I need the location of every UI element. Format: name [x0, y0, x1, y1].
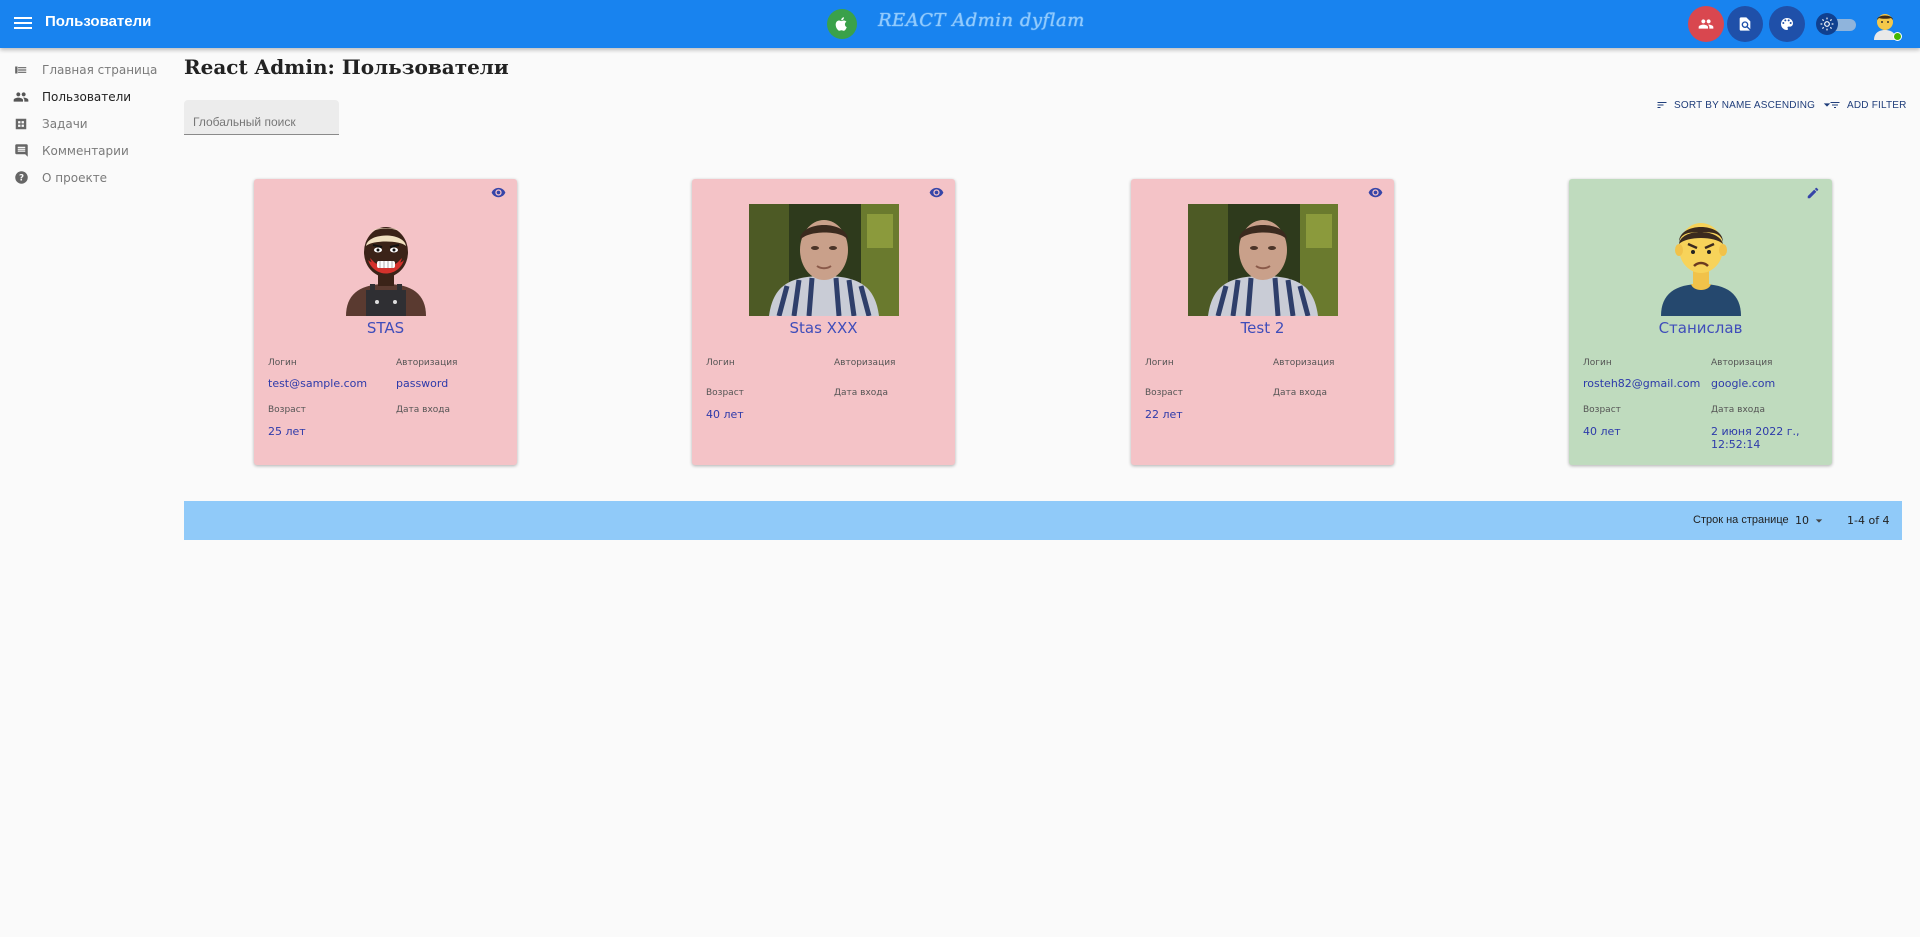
cartoon-avatar-image: [1645, 204, 1757, 316]
auth-value: password: [396, 377, 449, 390]
rows-per-page-select[interactable]: 10: [1795, 514, 1823, 527]
menu-icon[interactable]: [14, 14, 32, 34]
pagination-bar: Строк на странице 10 1-4 of 4: [184, 501, 1902, 540]
user-name-link[interactable]: STAS: [254, 319, 517, 337]
brand-logo-text: REACT Admin dyflam: [878, 10, 1085, 31]
palette-button[interactable]: [1769, 6, 1805, 42]
eye-icon[interactable]: [1368, 185, 1384, 201]
age-label: Возраст: [1583, 405, 1621, 415]
sidebar-item-label: О проекте: [42, 170, 108, 185]
tasks-icon: [13, 116, 29, 132]
online-status-dot: [1893, 32, 1902, 41]
cartoon-avatar-image: [330, 204, 442, 316]
login-value: rosteh82@gmail.com: [1583, 377, 1701, 390]
sort-button[interactable]: SORT BY NAME ASCENDING: [1656, 97, 1831, 113]
apple-logo-icon: [827, 9, 857, 39]
people-icon: [1698, 19, 1714, 29]
auth-label: Авторизация: [1711, 358, 1773, 368]
auth-label: Авторизация: [834, 358, 896, 368]
login-label: Логин: [268, 358, 297, 368]
login-label: Логин: [1145, 358, 1174, 368]
age-value: 40 лет: [1583, 425, 1621, 438]
last-login-value: 2 июня 2022 г., 12:52:14: [1711, 425, 1800, 451]
edit-icon[interactable]: [1806, 185, 1822, 201]
sort-label: SORT BY NAME ASCENDING: [1674, 99, 1816, 111]
svg-text:?: ?: [18, 174, 23, 184]
login-value: test@sample.com: [268, 377, 368, 390]
sidebar-item-label: Пользователи: [42, 89, 132, 104]
sidebar: Главная страница Пользователи Задачи Ком…: [0, 56, 180, 191]
user-card: Test 2 Логин Авторизация Возраст Дата вх…: [1131, 179, 1394, 465]
login-label: Логин: [1583, 358, 1612, 368]
app-bar: Пользователи REACT Admin dyflam: [0, 0, 1920, 48]
comment-icon: [13, 143, 29, 159]
list-icon: [13, 62, 29, 78]
document-search-button[interactable]: [1727, 6, 1763, 42]
user-name-link[interactable]: Stas XXX: [692, 319, 955, 337]
users-button[interactable]: [1688, 6, 1724, 42]
age-value: 22 лет: [1145, 408, 1183, 421]
pagination-range: 1-4 of 4: [1847, 514, 1890, 527]
filter-icon: [1829, 99, 1841, 111]
age-label: Возраст: [706, 388, 744, 398]
auth-label: Авторизация: [396, 358, 458, 368]
user-card: Станислав Логин Авторизация rosteh82@gma…: [1569, 179, 1832, 465]
theme-toggle[interactable]: [1816, 13, 1860, 35]
add-filter-label: ADD FILTER: [1847, 99, 1907, 111]
global-search-field[interactable]: [184, 100, 339, 135]
sidebar-item-comments[interactable]: Комментарии: [0, 137, 180, 164]
auth-value: google.com: [1711, 377, 1776, 390]
login-label: Логин: [706, 358, 735, 368]
search-input[interactable]: [184, 100, 339, 134]
auth-label: Авторизация: [1273, 358, 1335, 368]
last-login-label: Дата входа: [1711, 405, 1766, 415]
age-label: Возраст: [1145, 388, 1183, 398]
find-in-page-icon: [1739, 17, 1751, 31]
help-icon: ?: [13, 170, 29, 186]
sidebar-item-label: Комментарии: [42, 143, 129, 158]
age-value: 25 лет: [268, 425, 306, 438]
age-label: Возраст: [268, 405, 306, 415]
people-icon: [13, 89, 29, 105]
eye-icon[interactable]: [491, 185, 507, 201]
user-photo: [1187, 204, 1338, 316]
sidebar-item-tasks[interactable]: Задачи: [0, 110, 180, 137]
last-login-label: Дата входа: [396, 405, 451, 415]
user-name-link[interactable]: Станислав: [1569, 319, 1832, 337]
caret-down-icon: [1815, 517, 1823, 525]
last-login-label: Дата входа: [834, 388, 889, 398]
user-card: Stas XXX Логин Авторизация Возраст Дата …: [692, 179, 955, 465]
page-title: React Admin: Пользователи: [184, 55, 509, 79]
sidebar-item-label: Задачи: [42, 116, 88, 131]
sidebar-item-home[interactable]: Главная страница: [0, 56, 180, 83]
sidebar-item-about[interactable]: ? О проекте: [0, 164, 180, 191]
user-name-link[interactable]: Test 2: [1131, 319, 1394, 337]
sun-icon: [1816, 13, 1838, 35]
user-photo: [748, 204, 899, 316]
sidebar-item-users[interactable]: Пользователи: [0, 83, 180, 110]
rows-per-page-value: 10: [1795, 514, 1809, 527]
palette-icon: [1781, 18, 1793, 30]
rows-per-page-label: Строк на странице: [1693, 514, 1789, 526]
sort-icon: [1656, 99, 1668, 111]
last-login-label: Дата входа: [1273, 388, 1328, 398]
sidebar-item-label: Главная страница: [42, 62, 158, 77]
user-card: STAS Логин Авторизация test@sample.com p…: [254, 179, 517, 465]
age-value: 40 лет: [706, 408, 744, 421]
eye-icon[interactable]: [929, 185, 945, 201]
add-filter-button[interactable]: ADD FILTER: [1829, 97, 1907, 113]
app-title: Пользователи: [45, 13, 152, 30]
